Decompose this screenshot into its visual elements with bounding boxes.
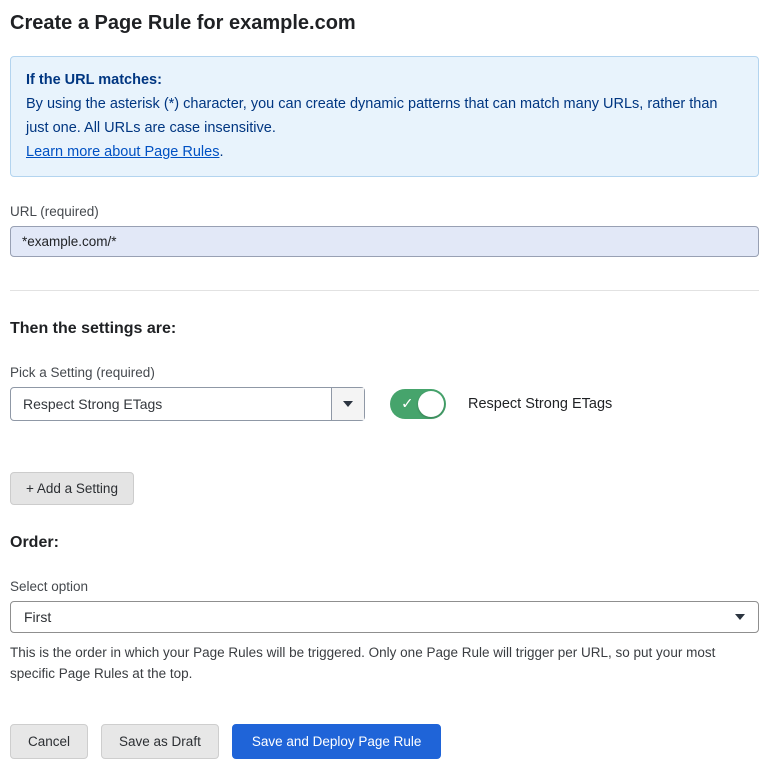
order-select-value: First [24, 609, 51, 625]
page-title: Create a Page Rule for example.com [10, 12, 759, 35]
learn-more-link[interactable]: Learn more about Page Rules [26, 144, 219, 160]
respect-strong-etags-toggle[interactable]: ✓ [390, 389, 446, 419]
info-box-link-line: Learn more about Page Rules. [26, 140, 743, 164]
link-suffix: . [219, 144, 223, 160]
caret-down-icon [343, 401, 353, 407]
setting-select[interactable]: Respect Strong ETags [10, 387, 365, 421]
url-field-label: URL (required) [10, 204, 759, 219]
save-draft-button[interactable]: Save as Draft [101, 724, 219, 759]
order-help-text: This is the order in which your Page Rul… [10, 642, 755, 684]
toggle-knob [418, 391, 444, 417]
order-select-label: Select option [10, 579, 759, 594]
toggle-group: ✓ Respect Strong ETags [390, 389, 612, 419]
add-setting-button[interactable]: + Add a Setting [10, 472, 134, 505]
settings-section-heading: Then the settings are: [10, 320, 759, 338]
setting-row: Respect Strong ETags ✓ Respect Strong ET… [10, 387, 759, 421]
footer-actions: Cancel Save as Draft Save and Deploy Pag… [10, 724, 759, 759]
url-match-info-box: If the URL matches: By using the asteris… [10, 56, 759, 177]
setting-select-arrow-button[interactable] [331, 388, 364, 420]
cancel-button[interactable]: Cancel [10, 724, 88, 759]
section-divider [10, 290, 759, 291]
setting-select-value: Respect Strong ETags [11, 388, 331, 420]
pick-setting-label: Pick a Setting (required) [10, 365, 759, 380]
info-box-heading: If the URL matches: [26, 68, 743, 92]
page-rule-form: Create a Page Rule for example.com If th… [0, 0, 769, 759]
check-icon: ✓ [401, 395, 414, 413]
caret-down-icon [735, 614, 745, 620]
url-input[interactable] [10, 226, 759, 257]
order-section-heading: Order: [10, 534, 759, 552]
save-deploy-button[interactable]: Save and Deploy Page Rule [232, 724, 442, 759]
order-select[interactable]: First [10, 601, 759, 633]
info-box-body: By using the asterisk (*) character, you… [26, 92, 731, 140]
toggle-label: Respect Strong ETags [468, 396, 612, 412]
